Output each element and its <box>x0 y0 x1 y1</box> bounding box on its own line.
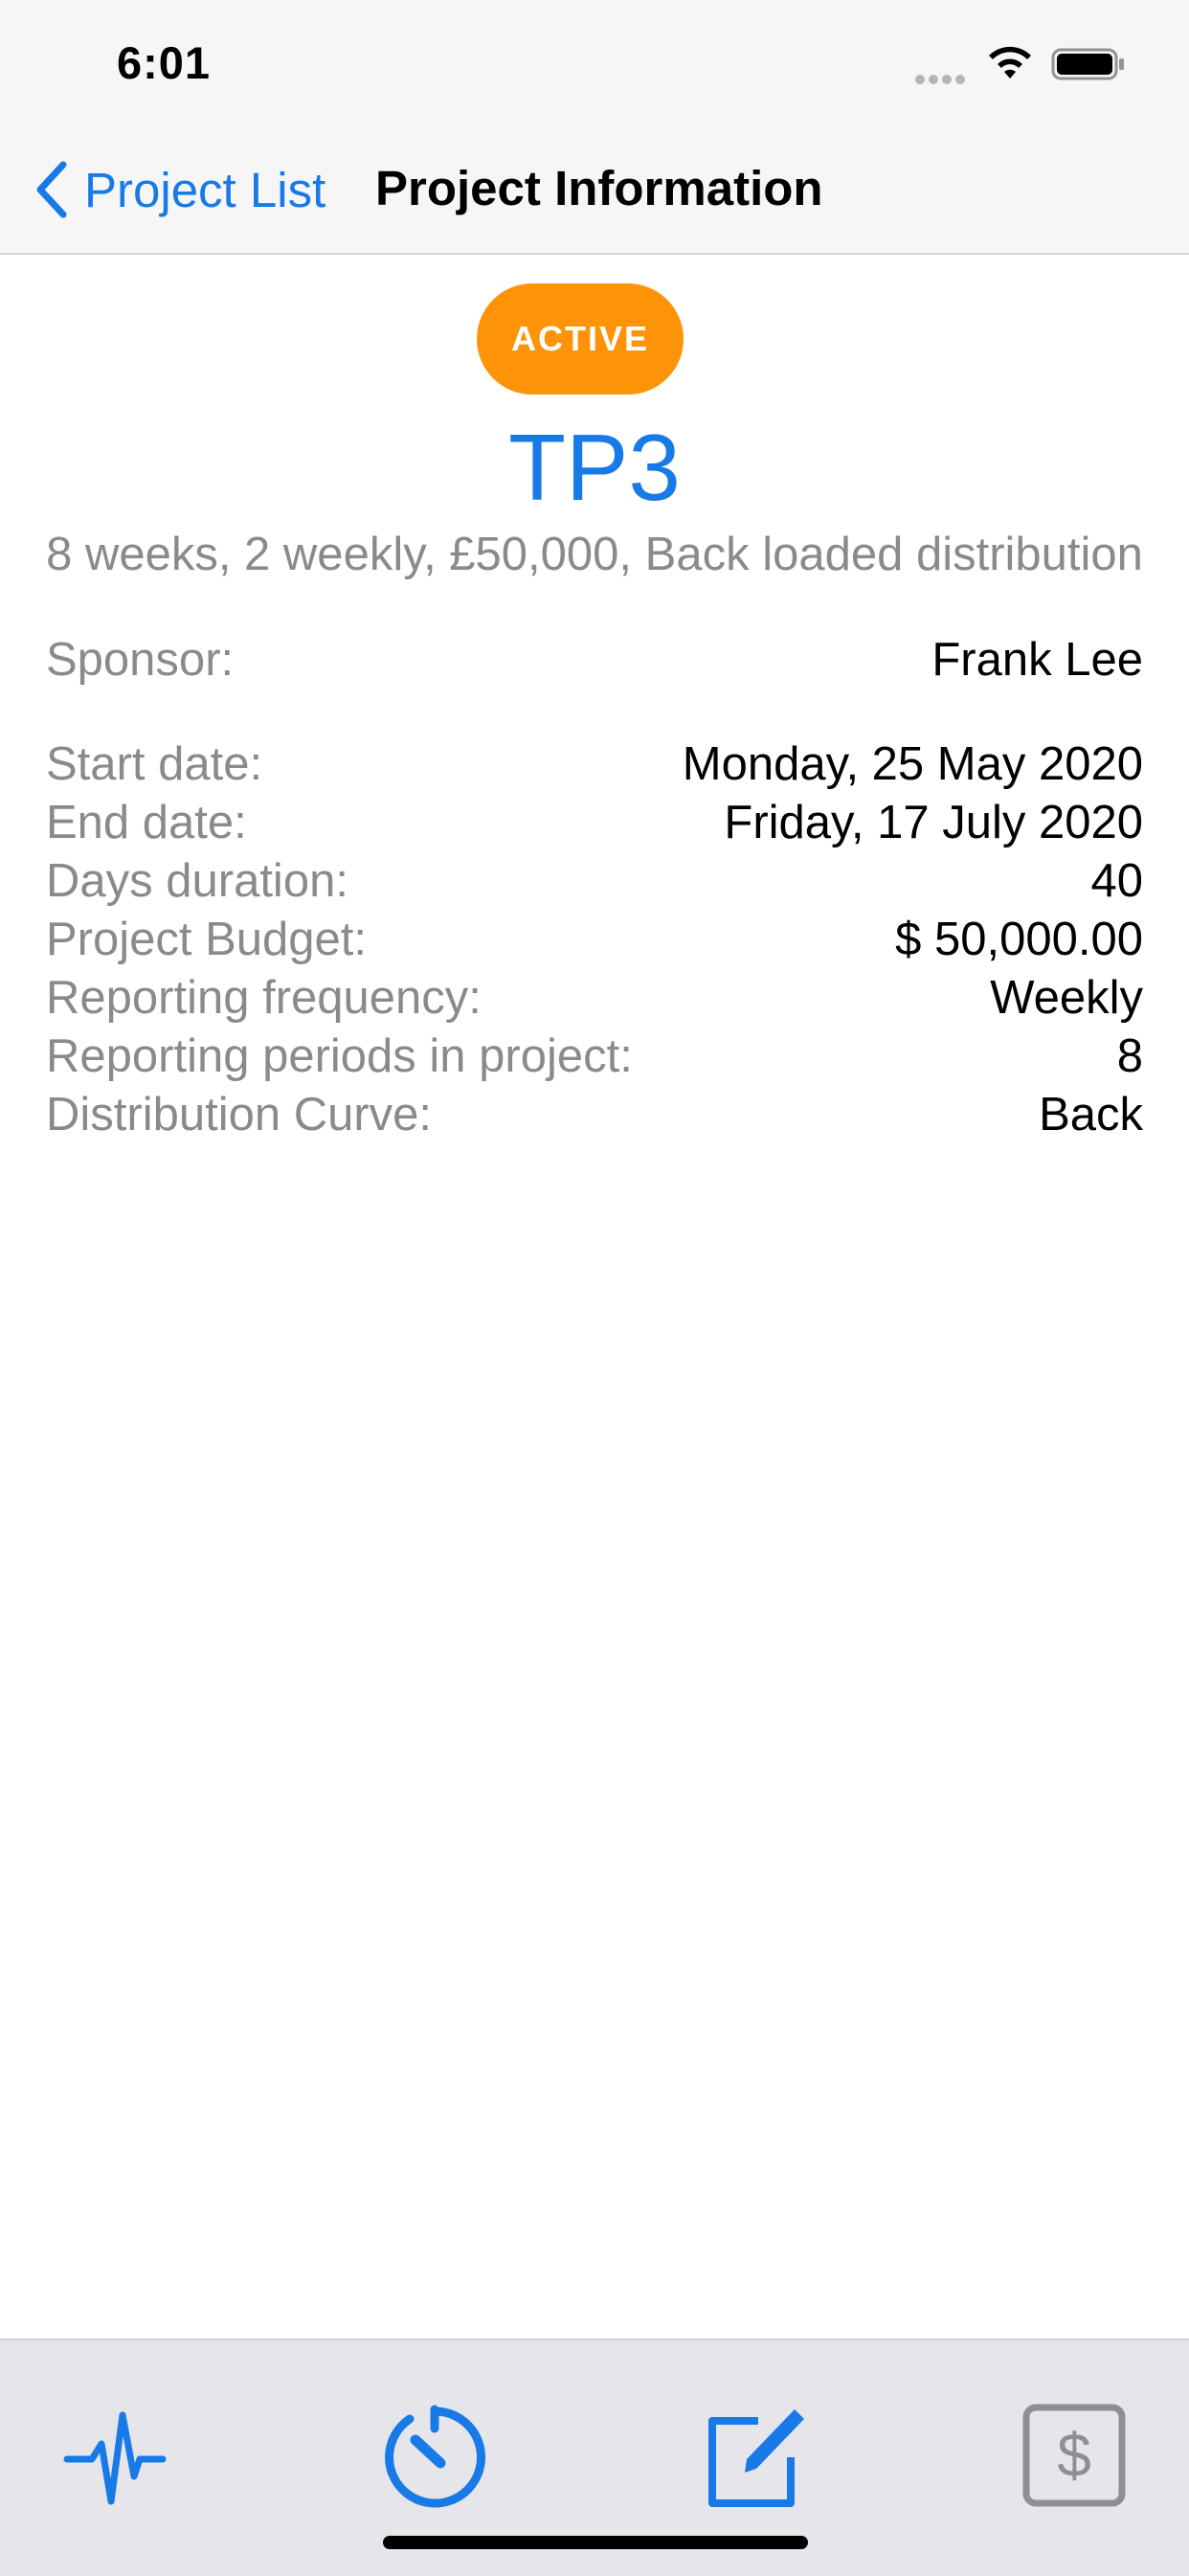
chevron-left-icon <box>36 161 67 218</box>
timer-icon[interactable] <box>379 2402 490 2513</box>
distribution-curve-value: Back <box>1039 1089 1143 1141</box>
waveform-icon[interactable] <box>63 2406 167 2511</box>
home-indicator <box>383 2536 808 2549</box>
end-date-row: End date: Friday, 17 July 2020 <box>46 793 1143 852</box>
wifi-icon <box>989 46 1031 79</box>
budget-label: Project Budget: <box>46 914 368 965</box>
status-bar: 6:01 <box>0 0 1189 126</box>
days-duration-row: Days duration: 40 <box>46 851 1143 911</box>
budget-value: $ 50,000.00 <box>895 914 1143 965</box>
start-date-value: Monday, 25 May 2020 <box>682 738 1143 790</box>
sponsor-value: Frank Lee <box>931 634 1143 686</box>
dollar-icon[interactable]: $ <box>1022 2404 1126 2507</box>
svg-text:$: $ <box>1057 2421 1091 2490</box>
reporting-frequency-label: Reporting frequency: <box>46 972 482 1024</box>
page-title: Project Information <box>375 161 823 215</box>
back-button[interactable]: Project List <box>33 155 325 224</box>
status-time: 6:01 <box>117 37 212 88</box>
reporting-periods-label: Reporting periods in project: <box>46 1030 633 1082</box>
distribution-curve-row: Distribution Curve: Back <box>46 1085 1143 1144</box>
start-date-row: Start date: Monday, 25 May 2020 <box>46 734 1143 794</box>
sponsor-label: Sponsor: <box>46 634 235 686</box>
start-date-label: Start date: <box>46 738 263 790</box>
reporting-frequency-value: Weekly <box>990 972 1143 1024</box>
project-summary: 8 weeks, 2 weekly, £50,000, Back loaded … <box>46 529 1143 580</box>
edit-icon[interactable] <box>703 2402 808 2511</box>
cellular-signal-icon <box>915 72 969 84</box>
battery-icon <box>1051 48 1124 80</box>
end-date-label: End date: <box>46 797 247 848</box>
status-badge: ACTIVE <box>477 283 684 395</box>
budget-row: Project Budget: $ 50,000.00 <box>46 910 1143 969</box>
sponsor-row: Sponsor: Frank Lee <box>46 630 1143 689</box>
days-duration-value: 40 <box>1090 855 1143 907</box>
navigation-bar: Project List Project Information <box>0 126 1189 255</box>
reporting-frequency-row: Reporting frequency: Weekly <box>46 968 1143 1028</box>
back-button-label: Project List <box>84 162 326 217</box>
reporting-periods-value: 8 <box>1116 1030 1143 1082</box>
reporting-periods-row: Reporting periods in project: 8 <box>46 1027 1143 1086</box>
project-name: TP3 <box>508 415 681 520</box>
days-duration-label: Days duration: <box>46 855 348 907</box>
distribution-curve-label: Distribution Curve: <box>46 1089 433 1141</box>
end-date-value: Friday, 17 July 2020 <box>724 797 1143 848</box>
